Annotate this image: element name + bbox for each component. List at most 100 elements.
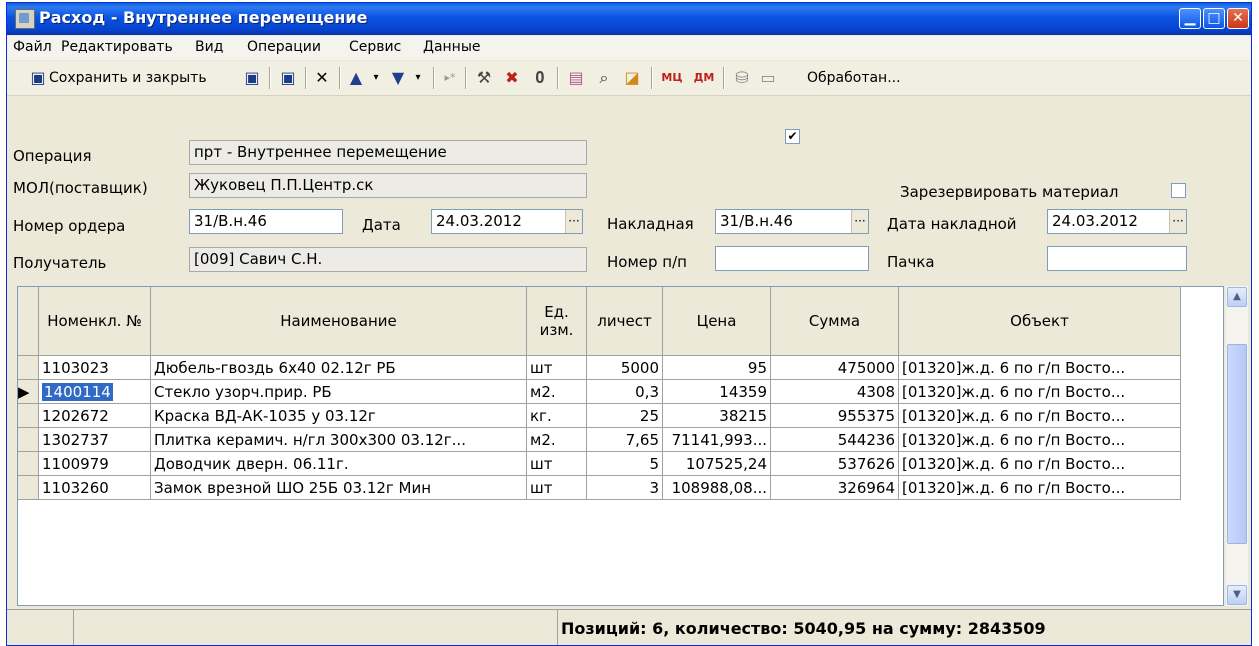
- cell-nomenclature[interactable]: 1100979: [38, 451, 151, 476]
- cell-price[interactable]: 71141,993...: [662, 427, 771, 452]
- menu-service[interactable]: Сервис: [349, 39, 401, 55]
- table-row[interactable]: ▶ 1400114 Стекло узорч.прир. РБ м2. 0,3 …: [18, 379, 1181, 404]
- cell-sum[interactable]: 544236: [770, 427, 899, 452]
- preview-icon[interactable]: ⌕: [595, 69, 613, 87]
- scroll-down-icon[interactable]: ▼: [1227, 585, 1247, 605]
- cell-nomenclature[interactable]: 1202672: [38, 403, 151, 428]
- recipient-field[interactable]: [009] Савич С.Н.: [189, 247, 587, 272]
- cell-name[interactable]: Плитка керамич. н/гл 300х300 03.12г...: [150, 427, 527, 452]
- cell-quantity[interactable]: 0,3: [586, 379, 663, 404]
- attachment-icon[interactable]: 𝟎: [531, 69, 549, 87]
- cell-unit[interactable]: кг.: [526, 403, 587, 428]
- cell-nomenclature[interactable]: 1400114: [38, 379, 151, 404]
- menu-operations[interactable]: Операции: [247, 39, 321, 55]
- cell-unit[interactable]: шт: [526, 451, 587, 476]
- np-field[interactable]: [715, 246, 869, 271]
- col-header-price[interactable]: Цена: [662, 287, 771, 356]
- cell-object[interactable]: [01320]ж.д. 6 по г/п Восто...: [898, 475, 1181, 500]
- cell-object[interactable]: [01320]ж.д. 6 по г/п Восто...: [898, 451, 1181, 476]
- menu-data[interactable]: Данные: [423, 39, 481, 55]
- cell-name[interactable]: Доводчик дверн. 06.11г.: [150, 451, 527, 476]
- mol-field[interactable]: Жуковец П.П.Центр.ск: [189, 173, 587, 198]
- cell-object[interactable]: [01320]ж.д. 6 по г/п Восто...: [898, 427, 1181, 452]
- cell-nomenclature[interactable]: 1302737: [38, 427, 151, 452]
- print-icon[interactable]: ▤: [567, 69, 585, 87]
- cell-sum[interactable]: 475000: [770, 355, 899, 380]
- col-header-unit[interactable]: Ед. изм.: [526, 287, 587, 356]
- reserve-checkbox[interactable]: [1171, 183, 1186, 198]
- cell-price[interactable]: 107525,24: [662, 451, 771, 476]
- cell-sum[interactable]: 4308: [770, 379, 899, 404]
- scroll-thumb[interactable]: [1227, 344, 1247, 544]
- cell-price[interactable]: 38215: [662, 403, 771, 428]
- remove-link-icon[interactable]: ✖: [503, 69, 521, 87]
- table-row[interactable]: 1103023 Дюбель-гвоздь 6х40 02.12г РБ шт …: [18, 355, 1181, 380]
- cell-unit[interactable]: шт: [526, 475, 587, 500]
- cell-name[interactable]: Краска ВД-АК-1035 у 03.12г: [150, 403, 527, 428]
- move-down-icon[interactable]: ▼: [389, 69, 407, 87]
- cell-name[interactable]: Стекло узорч.прир. РБ: [150, 379, 527, 404]
- document-icon[interactable]: ▭: [759, 69, 777, 87]
- maximize-button[interactable]: □: [1203, 8, 1225, 29]
- cell-nomenclature[interactable]: 1103023: [38, 355, 151, 380]
- move-up-icon[interactable]: ▲: [347, 69, 365, 87]
- save-close-button[interactable]: Сохранить и закрыть: [49, 67, 207, 89]
- cell-unit[interactable]: м2.: [526, 427, 587, 452]
- table-row[interactable]: 1202672 Краска ВД-АК-1035 у 03.12г кг. 2…: [18, 403, 1181, 428]
- menu-view[interactable]: Вид: [195, 39, 223, 55]
- new-record-icon[interactable]: ▸*: [441, 69, 459, 87]
- cell-quantity[interactable]: 25: [586, 403, 663, 428]
- col-header-sum[interactable]: Сумма: [770, 287, 899, 356]
- cell-object[interactable]: [01320]ж.д. 6 по г/п Восто...: [898, 403, 1181, 428]
- table-row[interactable]: 1103260 Замок врезной ШО 25Б 03.12г Мин …: [18, 475, 1181, 500]
- cell-unit[interactable]: м2.: [526, 379, 587, 404]
- delete-icon[interactable]: ✕: [313, 69, 331, 87]
- close-button[interactable]: ✕: [1227, 8, 1249, 29]
- cell-sum[interactable]: 955375: [770, 403, 899, 428]
- menu-edit[interactable]: Редактировать: [61, 39, 173, 55]
- cell-unit[interactable]: шт: [526, 355, 587, 380]
- invoice-picker-button[interactable]: ···: [851, 210, 868, 233]
- cell-object[interactable]: [01320]ж.д. 6 по г/п Восто...: [898, 379, 1181, 404]
- col-header-name[interactable]: Наименование: [150, 287, 527, 356]
- order-number-field[interactable]: 31/В.н.46: [189, 209, 343, 234]
- dm-icon[interactable]: ДМ: [691, 69, 717, 87]
- cell-object[interactable]: [01320]ж.д. 6 по г/п Восто...: [898, 355, 1181, 380]
- date-picker-button[interactable]: ···: [565, 210, 582, 233]
- chevron-down-icon[interactable]: ▾: [409, 69, 427, 87]
- scroll-up-icon[interactable]: ▲: [1227, 287, 1247, 307]
- cell-name[interactable]: Замок врезной ШО 25Б 03.12г Мин: [150, 475, 527, 500]
- date-field[interactable]: 24.03.2012 ···: [431, 209, 583, 234]
- col-header-quantity[interactable]: личест: [586, 287, 663, 356]
- cell-quantity[interactable]: 7,65: [586, 427, 663, 452]
- table-row[interactable]: 1100979 Доводчик дверн. 06.11г. шт 5 107…: [18, 451, 1181, 476]
- operation-field[interactable]: прт - Внутреннее перемещение: [189, 140, 587, 165]
- invoice-date-picker-button[interactable]: ···: [1169, 210, 1186, 233]
- cell-price[interactable]: 95: [662, 355, 771, 380]
- chevron-down-icon[interactable]: ▾: [367, 69, 385, 87]
- col-header-object[interactable]: Объект: [898, 287, 1181, 356]
- cell-name[interactable]: Дюбель-гвоздь 6х40 02.12г РБ: [150, 355, 527, 380]
- mc-icon[interactable]: МЦ: [659, 69, 685, 87]
- export-icon[interactable]: ◪: [623, 69, 641, 87]
- database-icon[interactable]: ⛁: [733, 69, 751, 87]
- invoice-date-field[interactable]: 24.03.2012 ···: [1047, 209, 1187, 234]
- selected-cell-value[interactable]: 1400114: [42, 382, 113, 401]
- tools-icon[interactable]: ⚒: [475, 69, 493, 87]
- col-header-nomenclature[interactable]: Номенкл. №: [38, 287, 151, 356]
- cell-price[interactable]: 14359: [662, 379, 771, 404]
- cell-quantity[interactable]: 5000: [586, 355, 663, 380]
- title-bar[interactable]: Расход - Внутреннее перемещение ▁ □ ✕: [7, 3, 1251, 35]
- cell-quantity[interactable]: 3: [586, 475, 663, 500]
- table-row[interactable]: 1302737 Плитка керамич. н/гл 300х300 03.…: [18, 427, 1181, 452]
- cell-sum[interactable]: 537626: [770, 451, 899, 476]
- menu-file[interactable]: Файл: [13, 39, 52, 55]
- cell-sum[interactable]: 326964: [770, 475, 899, 500]
- cell-price[interactable]: 108988,08...: [662, 475, 771, 500]
- save-button-icon[interactable]: ▣: [279, 69, 297, 87]
- invoice-field[interactable]: 31/В.н.46 ···: [715, 209, 869, 234]
- processed-checkbox[interactable]: ✔: [785, 129, 800, 144]
- cell-nomenclature[interactable]: 1103260: [38, 475, 151, 500]
- cell-quantity[interactable]: 5: [586, 451, 663, 476]
- vertical-scrollbar[interactable]: ▲ ▼: [1226, 286, 1248, 606]
